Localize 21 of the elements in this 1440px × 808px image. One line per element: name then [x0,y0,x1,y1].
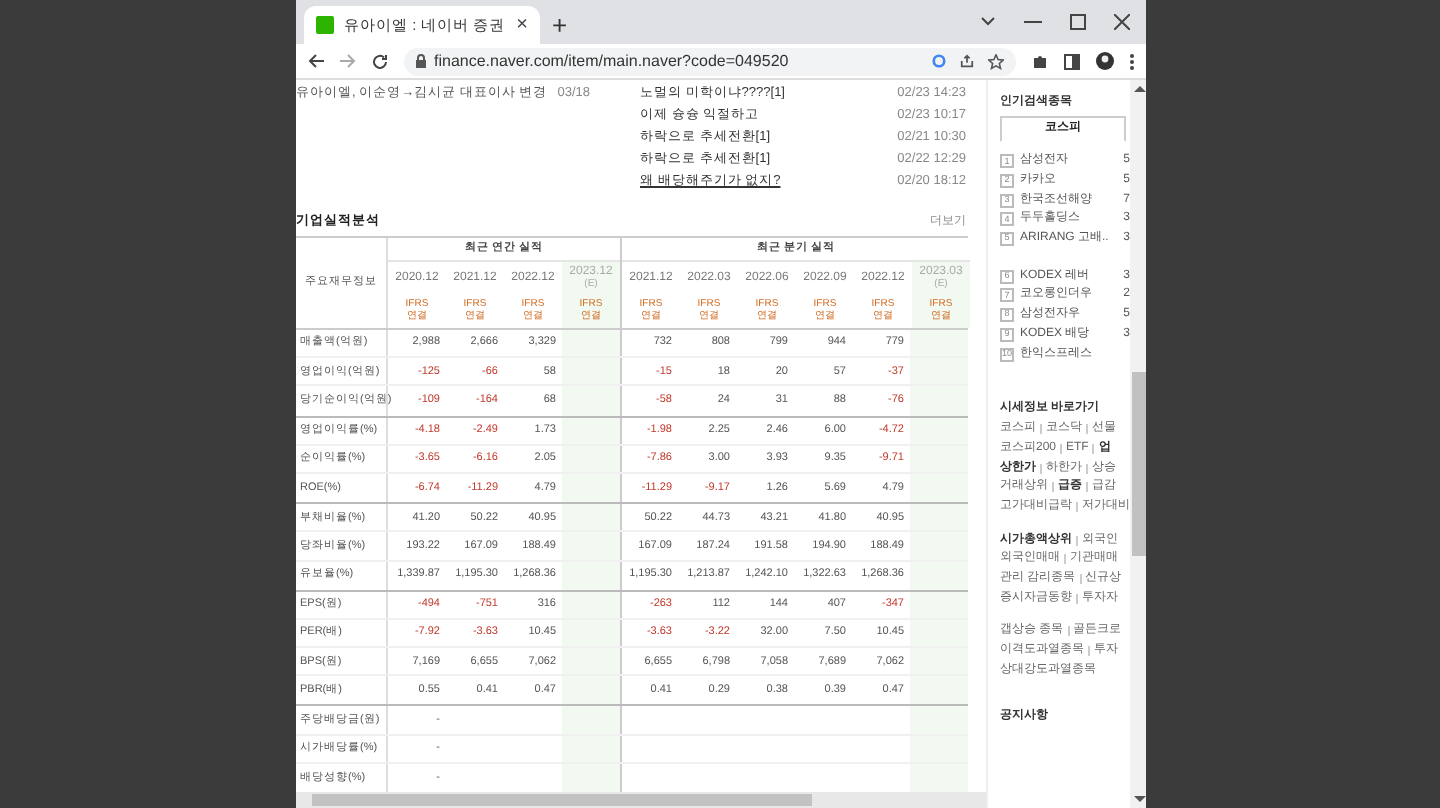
minimize-icon[interactable] [1024,20,1042,24]
scrollbar-thumb[interactable] [1132,372,1146,556]
share-icon[interactable] [960,54,974,68]
vertical-scrollbar[interactable] [1130,80,1146,808]
reload-icon[interactable] [372,53,388,69]
address-bar[interactable]: finance.naver.com/item/main.naver?code=049520 [404,47,1016,75]
profile-icon[interactable] [1096,52,1114,70]
scroll-down-icon[interactable] [1133,796,1145,802]
side-panel-icon[interactable] [1064,53,1080,69]
site-favicon-icon [316,16,334,34]
back-arrow-icon[interactable] [308,54,324,68]
lock-icon [416,54,426,68]
star-icon[interactable] [988,53,1004,69]
maximize-icon[interactable] [1070,14,1086,30]
scrollbar-thumb[interactable] [312,794,812,806]
chevron-down-icon[interactable] [980,16,996,28]
close-tab-button[interactable]: × [516,15,528,35]
new-tab-button[interactable]: + [552,12,568,38]
url-text: finance.naver.com/item/main.naver?code=049520 [434,49,789,73]
close-icon[interactable] [1114,14,1130,30]
scroll-up-icon[interactable] [1133,86,1145,92]
